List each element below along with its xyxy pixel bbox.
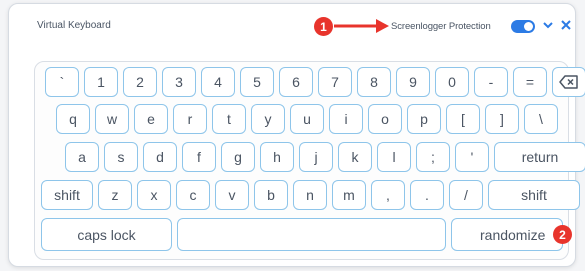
keyboard-row-numbers: ` 1 2 3 4 5 6 7 8 9 0 - = (45, 67, 585, 97)
key[interactable]: y (251, 104, 285, 134)
annotation-marker-1: 1 (314, 17, 333, 36)
key[interactable]: z (98, 180, 132, 210)
key[interactable]: - (474, 67, 508, 97)
key[interactable]: d (143, 142, 177, 172)
key[interactable]: l (377, 142, 411, 172)
randomize-label: randomize (480, 226, 546, 243)
backspace-icon (559, 75, 578, 89)
screenlogger-protection-label: Screenlogger Protection (391, 21, 491, 32)
key[interactable]: n (293, 180, 327, 210)
key[interactable]: 2 (123, 67, 157, 97)
key[interactable]: v (215, 180, 249, 210)
key[interactable]: 9 (396, 67, 430, 97)
key[interactable]: a (65, 142, 99, 172)
key[interactable]: 4 (201, 67, 235, 97)
key[interactable]: c (176, 180, 210, 210)
key[interactable]: [ (446, 104, 480, 134)
backspace-key[interactable] (552, 67, 585, 97)
key[interactable]: 5 (240, 67, 274, 97)
caps-lock-key[interactable]: caps lock (41, 218, 172, 251)
key[interactable]: 1 (84, 67, 118, 97)
key[interactable]: h (260, 142, 294, 172)
key[interactable]: r (173, 104, 207, 134)
keyboard-row-controls: caps lock randomize (41, 218, 563, 251)
screenlogger-protection-toggle[interactable] (511, 20, 535, 33)
key[interactable]: , (371, 180, 405, 210)
key[interactable]: ] (485, 104, 519, 134)
virtual-keyboard-window: Virtual Keyboard 1 Screenlogger Protecti… (8, 3, 585, 267)
keyboard-row-top-letters: q w e r t y u i o p [ ] \ (56, 104, 558, 134)
return-key[interactable]: return (494, 142, 585, 172)
window-title: Virtual Keyboard (37, 20, 111, 31)
shift-right-key[interactable]: shift (488, 180, 580, 210)
key[interactable]: u (290, 104, 324, 134)
key[interactable]: 0 (435, 67, 469, 97)
key[interactable]: g (221, 142, 255, 172)
key[interactable]: . (410, 180, 444, 210)
key[interactable]: 7 (318, 67, 352, 97)
key[interactable]: / (449, 180, 483, 210)
key[interactable]: w (95, 104, 129, 134)
key[interactable]: ' (455, 142, 489, 172)
key[interactable]: 8 (357, 67, 391, 97)
key[interactable]: f (182, 142, 216, 172)
key[interactable]: x (137, 180, 171, 210)
key[interactable]: b (254, 180, 288, 210)
key[interactable]: k (338, 142, 372, 172)
shift-left-key[interactable]: shift (41, 180, 93, 210)
key[interactable]: t (212, 104, 246, 134)
key[interactable]: o (368, 104, 402, 134)
key[interactable]: ; (416, 142, 450, 172)
key[interactable]: 3 (162, 67, 196, 97)
annotation-arrow-icon (334, 19, 389, 33)
key[interactable]: p (407, 104, 441, 134)
key[interactable]: s (104, 142, 138, 172)
close-icon[interactable] (559, 18, 573, 32)
key[interactable]: \ (524, 104, 558, 134)
space-key[interactable] (177, 218, 446, 251)
key[interactable]: q (56, 104, 90, 134)
keyboard-panel: ` 1 2 3 4 5 6 7 8 9 0 - = q w e r t y u … (34, 61, 585, 260)
randomize-key[interactable]: randomize (451, 218, 563, 251)
annotation-marker-2: 2 (553, 225, 572, 244)
key[interactable]: 6 (279, 67, 313, 97)
key[interactable]: = (513, 67, 547, 97)
key[interactable]: i (329, 104, 363, 134)
chevron-down-icon[interactable] (541, 18, 555, 32)
key[interactable]: m (332, 180, 366, 210)
key[interactable]: j (299, 142, 333, 172)
keyboard-row-bottom-letters: shift z x c v b n m , . / shift (41, 180, 580, 210)
key[interactable]: e (134, 104, 168, 134)
key[interactable]: ` (45, 67, 79, 97)
keyboard-row-home-letters: a s d f g h j k l ; ' return (65, 142, 585, 172)
